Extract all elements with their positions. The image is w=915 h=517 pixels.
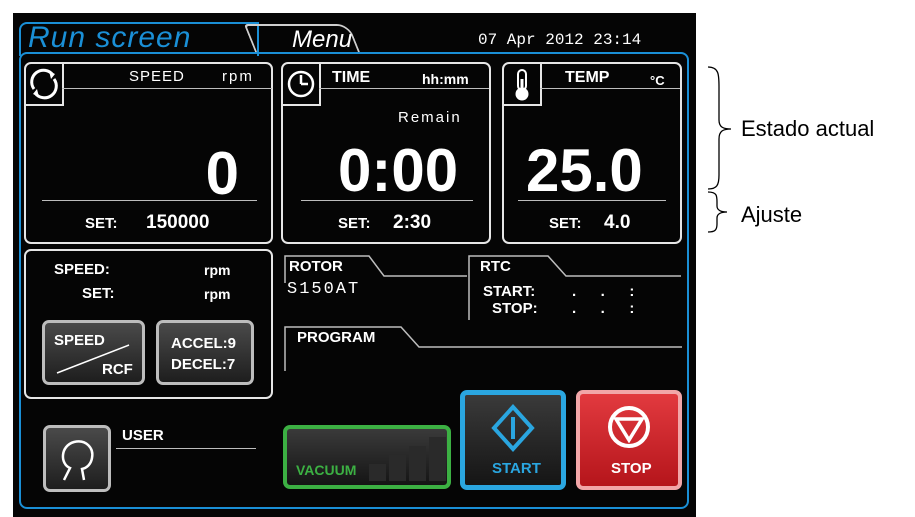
time-value: 0:00 — [338, 137, 459, 204]
stop-triangle-icon — [608, 406, 650, 448]
user-button[interactable] — [43, 425, 111, 492]
speed-header-line — [62, 88, 272, 89]
vacuum-button[interactable]: VACUUM — [283, 425, 451, 489]
speed-set-info-label: SET: — [82, 285, 115, 302]
start-button[interactable]: START — [460, 390, 566, 490]
speed-actual-label: SPEED: — [54, 261, 110, 278]
speed-unit: rpm — [222, 68, 254, 85]
temp-unit: °C — [650, 73, 665, 88]
rtc-start-value: . . : — [572, 283, 638, 300]
decel-value: DECEL:7 — [171, 356, 236, 373]
temp-title: TEMP — [565, 69, 610, 86]
speed-set-label: SET: — [85, 215, 118, 232]
thermometer-icon — [515, 69, 529, 101]
time-icon-box — [283, 64, 321, 106]
temp-set-line — [518, 200, 666, 201]
speed-set-info-unit: rpm — [204, 286, 231, 302]
vacuum-level-bars-icon — [369, 437, 446, 481]
speed-icon-box — [26, 64, 64, 106]
time-panel[interactable]: TIME hh:mm Remain 0:00 SET: 2:30 — [281, 62, 491, 244]
accel-decel-button[interactable]: ACCEL:9 DECEL:7 — [156, 320, 254, 385]
speed-actual-unit: rpm — [204, 262, 231, 278]
time-unit: hh:mm — [422, 71, 469, 87]
time-set-label: SET: — [338, 215, 371, 232]
time-remain-label: Remain — [398, 109, 462, 126]
temp-value: 25.0 — [526, 137, 643, 204]
start-diamond-icon — [491, 404, 535, 452]
estado-actual-label: Estado actual — [741, 116, 875, 141]
temp-header-line — [540, 88, 680, 89]
rtc-start-label: START: — [483, 283, 536, 300]
speed-rcf-bottom-label: RCF — [102, 361, 133, 378]
speed-set-value: 150000 — [146, 212, 210, 233]
rotor-label: ROTOR — [289, 258, 343, 275]
user-line — [116, 448, 256, 449]
rtc-label: RTC — [480, 258, 511, 275]
time-title: TIME — [332, 69, 371, 86]
rtc-stop-label: STOP: — [492, 300, 538, 317]
temp-set-value: 4.0 — [604, 212, 631, 233]
estado-brace — [707, 66, 732, 190]
speed-panel[interactable]: SPEED rpm 0 SET: 150000 — [24, 62, 273, 244]
time-set-value: 2:30 — [393, 212, 432, 233]
datetime-display: 07 Apr 2012 23:14 — [478, 31, 642, 49]
rotor-value: S150AT — [287, 280, 361, 299]
time-header-line — [319, 88, 489, 89]
speed-value: 0 — [205, 140, 239, 207]
rotation-arrows-icon — [30, 68, 58, 100]
clock-icon — [287, 70, 315, 98]
ajuste-label: Ajuste — [741, 202, 803, 227]
tab-run-screen[interactable]: Run screen — [28, 21, 191, 55]
temp-icon-box — [504, 64, 542, 106]
tab-menu[interactable]: Menu — [292, 26, 352, 54]
ajuste-brace — [707, 191, 728, 233]
time-set-line — [301, 200, 473, 201]
start-label: START — [492, 460, 541, 477]
program-label: PROGRAM — [297, 329, 376, 346]
speed-set-line — [42, 200, 257, 201]
user-label: USER — [122, 427, 164, 444]
speed-title: SPEED — [129, 68, 185, 85]
vacuum-label: VACUUM — [296, 462, 357, 478]
user-head-icon — [61, 440, 94, 481]
stop-button[interactable]: STOP — [576, 390, 682, 490]
temp-set-label: SET: — [549, 215, 582, 232]
rtc-stop-value: . . : — [572, 300, 638, 317]
temp-panel[interactable]: TEMP °C 25.0 SET: 4.0 — [502, 62, 682, 244]
accel-value: ACCEL:9 — [171, 335, 237, 352]
speed-rcf-button[interactable]: SPEED RCF — [42, 320, 145, 385]
stop-label: STOP — [611, 460, 652, 477]
